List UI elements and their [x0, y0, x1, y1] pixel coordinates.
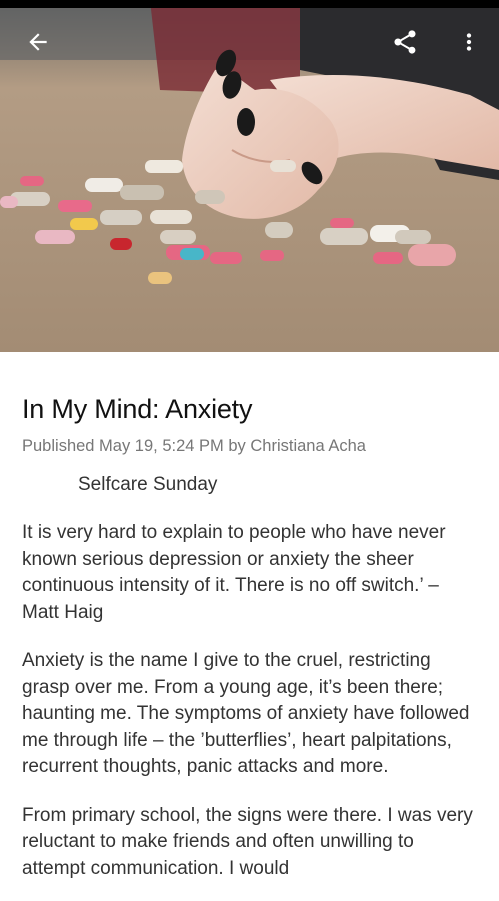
article-meta: Published May 19, 5:24 PM by Christiana … — [22, 437, 366, 455]
arrow-back-icon — [29, 33, 47, 51]
status-bar — [0, 0, 499, 8]
article-paragraph: Anxiety is the name I give to the cruel,… — [22, 650, 470, 777]
article-paragraph: From primary school, the signs were ther… — [22, 804, 473, 879]
article-paragraph: It is very hard to explain to people who… — [22, 522, 446, 623]
more-options-button[interactable] — [445, 18, 493, 66]
back-button[interactable] — [14, 18, 62, 66]
share-button[interactable] — [381, 18, 429, 66]
more-vertical-icon — [466, 33, 472, 51]
top-app-bar — [0, 8, 499, 76]
article-body: In My Mind: Anxiety Published May 19, 5:… — [22, 352, 480, 901]
share-icon — [394, 30, 416, 54]
article-title: In My Mind: Anxiety — [22, 394, 253, 424]
article-tagline: Selfcare Sunday — [78, 474, 218, 495]
